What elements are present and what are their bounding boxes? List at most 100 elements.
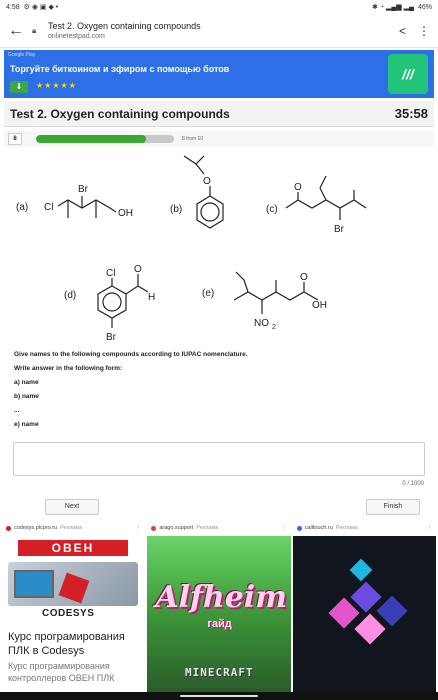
notification-icons: ⚙ ◉ ▣ ◆ • [23, 4, 59, 11]
question-text: Give names to the following compounds ac… [14, 348, 424, 432]
alfheim-subtitle: гайд [207, 618, 232, 630]
instruction-line: a) name [14, 379, 39, 386]
test-title: Test 2. Oxygen containing compounds [10, 106, 230, 121]
atom-cl: Cl [106, 268, 115, 279]
cube-icon [328, 597, 360, 629]
clock: 4:58 [6, 3, 20, 11]
download-icon[interactable]: ⬇ [10, 81, 28, 93]
logo-icon [349, 558, 372, 582]
ad-domain: arago.support [159, 525, 194, 531]
instruction-line: e) name [14, 421, 39, 428]
address-area[interactable]: Test 2. Oxygen containing compounds onli… [48, 21, 399, 40]
ad-image: ОВЕН CODESYS [2, 536, 146, 626]
ad-image: Alfheim гайд MINECRAFT [147, 536, 291, 694]
molecule-e: (e) O OH NO 2 [202, 271, 327, 331]
atom-cl: Cl [44, 202, 53, 213]
progress-bar [36, 135, 174, 143]
more-options-icon[interactable]: ⋮ [281, 525, 287, 531]
cube-icon [376, 595, 408, 627]
molecule-e-label: (e) [202, 288, 214, 299]
atom-o: O [134, 264, 142, 275]
atom-h: H [148, 292, 155, 303]
page-title: Test 2. Oxygen containing compounds [48, 21, 201, 31]
share-icon[interactable]: < [399, 24, 406, 38]
instruction-line: ... [14, 407, 20, 414]
molecule-a: (a) Cl Br OH [16, 184, 133, 219]
page-url: onlinetestpad.com [48, 33, 105, 40]
answer-textarea[interactable] [13, 442, 425, 476]
instruction-line: Give names to the following compounds ac… [14, 351, 248, 358]
lock-icon[interactable]: 🔒︎ [32, 26, 42, 36]
browser-toolbar: ← 🔒︎ Test 2. Oxygen containing compounds… [0, 14, 438, 48]
atom-oh: OH [312, 300, 327, 311]
progress-bar-fill [36, 135, 147, 143]
char-counter: 0 / 1000 [402, 481, 424, 487]
brand-logo: ОВЕН [18, 540, 128, 556]
battery-level: 46% [417, 3, 432, 11]
ad-tag: Реклама [196, 525, 219, 531]
ad-headline: Курс програмирования ПЛК в Codesys [8, 631, 125, 657]
more-options-icon[interactable]: ⋮ [426, 525, 432, 531]
molecule-c-label: (c) [266, 204, 278, 215]
molecule-structures: (a) Cl Br OH (b) O (c) O Br (d) Cl O H B… [16, 155, 367, 343]
ad-source: calltouch.ru Реклама ⋮ [293, 520, 436, 536]
atom-br: Br [78, 184, 89, 195]
subscript-two: 2 [272, 324, 276, 331]
question-number[interactable]: 8 [8, 133, 22, 145]
site-icon [151, 525, 157, 531]
atom-oh: OH [118, 208, 133, 219]
instruction-line: Write answer in the following form: [14, 365, 123, 372]
molecule-b-label: (b) [170, 204, 182, 215]
bottom-ads: codesys.plcpro.ru Реклама ⋮ ОВЕН CODESYS… [0, 520, 438, 694]
more-options-icon[interactable]: ⋮ [418, 24, 430, 38]
molecule-b: (b) O [170, 155, 224, 229]
ad-card-calltouch[interactable]: calltouch.ru Реклама ⋮ [292, 520, 436, 694]
ad-source: codesys.plcpro.ru Реклама ⋮ [2, 520, 145, 536]
home-indicator[interactable] [180, 695, 258, 697]
system-nav-bar [0, 692, 438, 700]
atom-o: O [203, 176, 211, 187]
ad-card-arago[interactable]: arago.support Реклама ⋮ Alfheim гайд MIN… [147, 520, 291, 694]
ad-card-codesys[interactable]: codesys.plcpro.ru Реклама ⋮ ОВЕН CODESYS… [2, 520, 146, 694]
status-bar: 4:58 ⚙ ◉ ▣ ◆ • ✱ ◔ ▂▄▆ ▂▄ 46% [0, 0, 438, 14]
question-image: (a) Cl Br OH (b) O (c) O Br (d) Cl O H B… [0, 150, 438, 350]
alfheim-logo: Alfheim [155, 580, 287, 615]
google-play-badge: Google Play [8, 52, 36, 58]
ad-domain: codesys.plcpro.ru [14, 525, 58, 531]
test-header: Test 2. Oxygen containing compounds 35:5… [4, 101, 434, 127]
cube-icon [354, 613, 386, 645]
minecraft-logo: MINECRAFT [185, 666, 254, 679]
atom-o: O [294, 182, 302, 193]
ad-image [292, 536, 436, 694]
test-timer: 35:58 [394, 106, 428, 121]
atom-o: O [300, 272, 308, 283]
top-ad-banner[interactable]: Google Play Торгуйте биткоином и эфиром … [4, 50, 434, 98]
molecule-c: (c) O Br [266, 175, 367, 235]
site-icon [296, 525, 302, 531]
signal-icons: ✱ ◔ ▂▄▆ ▂▄ [371, 4, 414, 11]
ad-subtitle: Курс программирования контроллеров ОВЕН … [8, 661, 115, 683]
ad-headline: Торгуйте биткоином и эфиром с помощью бо… [10, 64, 230, 74]
progress-count: 8 from 10 [182, 136, 204, 142]
finish-button[interactable]: Finish [366, 499, 420, 515]
product-name: CODESYS [42, 608, 95, 619]
next-button[interactable]: Next [45, 499, 99, 515]
more-options-icon[interactable]: ⋮ [136, 525, 142, 531]
progress-row: 8 8 from 10 [4, 131, 434, 147]
app-logo-icon: /// [388, 54, 428, 94]
ad-tag: Реклама [335, 525, 358, 531]
back-arrow-icon[interactable]: ← [8, 22, 32, 40]
site-icon [6, 525, 11, 531]
atom-br: Br [106, 332, 117, 343]
instruction-line: b) name [14, 393, 39, 400]
rating-stars: ★★★★★ [36, 81, 77, 90]
ad-domain: calltouch.ru [304, 525, 333, 531]
atom-br: Br [334, 224, 345, 235]
molecule-d-label: (d) [64, 290, 76, 301]
ad-source: arago.support Реклама ⋮ [147, 520, 290, 536]
molecule-d: (d) Cl O H Br [64, 264, 155, 343]
ad-tag: Реклама [60, 525, 83, 531]
screen-image [14, 570, 54, 598]
molecule-a-label: (a) [16, 202, 28, 213]
atom-no: NO [254, 318, 269, 329]
